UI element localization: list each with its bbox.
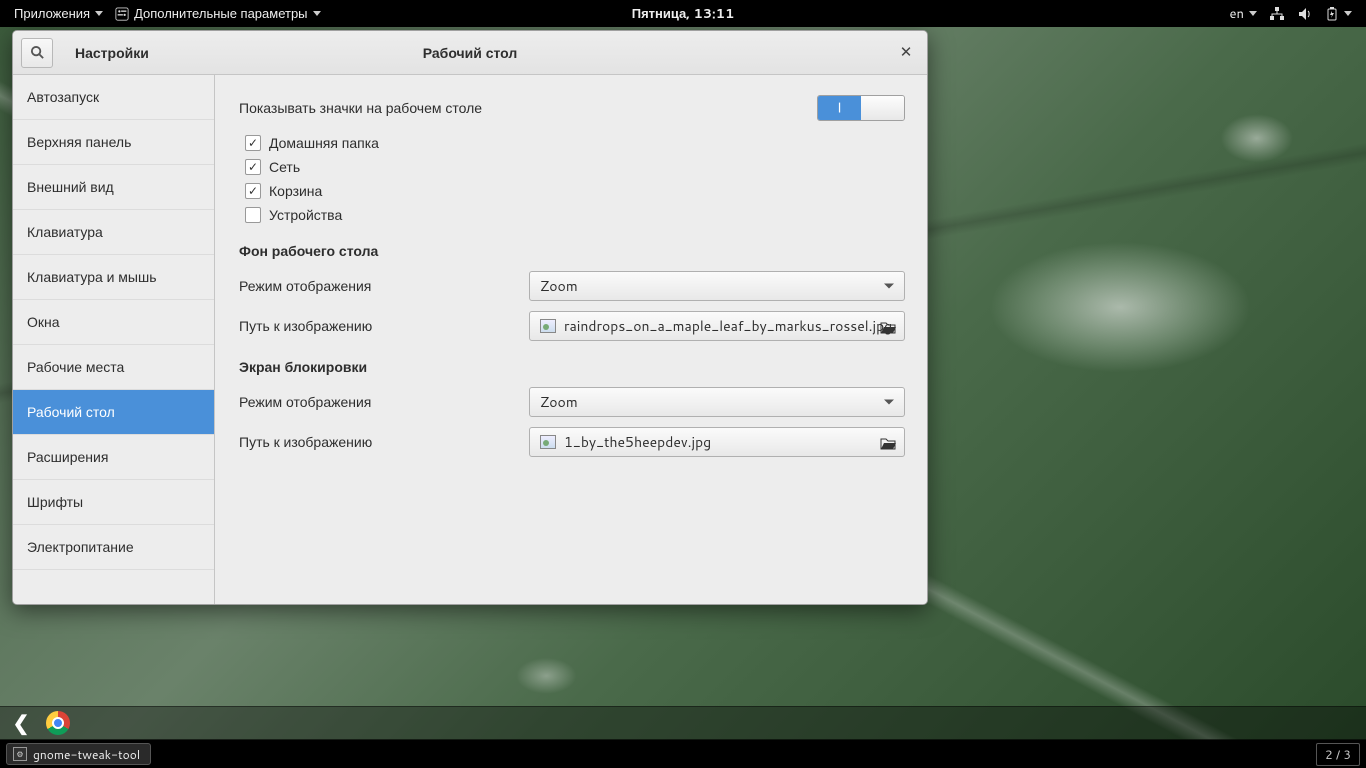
lock-mode-value: Zoom [540, 392, 578, 412]
tweak-launcher-label: Дополнительные параметры [134, 5, 307, 23]
lock-mode-combo[interactable]: Zoom [529, 387, 905, 417]
sidebar-item-label: Расширения [27, 447, 108, 467]
checkbox-row: Устройства [245, 205, 905, 225]
checkbox[interactable] [245, 183, 261, 199]
sidebar-item[interactable]: Верхняя панель [13, 120, 214, 165]
sidebar-item-label: Электропитание [27, 537, 134, 557]
checkbox-label: Устройства [269, 205, 342, 225]
task-label: gnome-tweak-tool [33, 746, 140, 763]
lock-mode-label: Режим отображения [239, 392, 529, 412]
sidebar-item-label: Верхняя панель [27, 132, 131, 152]
bg-mode-value: Zoom [540, 276, 578, 296]
tweak-tool-window: Настройки Рабочий стол ✕ Автозапуск Верхн… [12, 30, 928, 605]
checkbox-label: Домашняя папка [269, 133, 379, 153]
volume-indicator[interactable] [1291, 7, 1319, 21]
lockscreen-section-title: Экран блокировки [239, 357, 905, 377]
checkbox[interactable] [245, 207, 261, 223]
bg-mode-label: Режим отображения [239, 276, 529, 296]
network-indicator[interactable] [1263, 7, 1291, 21]
sidebar-item[interactable]: Расширения [13, 435, 214, 480]
workspace-label: 2 / 3 [1325, 746, 1351, 763]
checkbox-row: Домашняя папка [245, 133, 905, 153]
image-icon [540, 319, 556, 333]
show-desktop-icons-switch[interactable]: | [817, 95, 905, 121]
checkbox-label: Сеть [269, 157, 300, 177]
sidebar-item[interactable]: Электропитание [13, 525, 214, 570]
volume-icon [1297, 7, 1313, 21]
show-desktop-icons-label: Показывать значки на рабочем столе [239, 98, 529, 118]
chrome-launcher[interactable] [46, 711, 70, 735]
page-title: Рабочий стол [423, 43, 518, 63]
tweak-icon: ⚙ [13, 747, 27, 761]
checkbox[interactable] [245, 135, 261, 151]
bg-file-chooser[interactable]: raindrops_on_a_maple_leaf_by_markus_ross… [529, 311, 905, 341]
sidebar-item[interactable]: Клавиатура и мышь [13, 255, 214, 300]
dock: ❮ [0, 706, 1366, 740]
clock[interactable]: Пятница, 13:11 [626, 0, 740, 27]
chevron-down-icon [95, 11, 103, 16]
settings-content: Показывать значки на рабочем столе | Дом… [215, 75, 927, 604]
sidebar-item-label: Автозапуск [27, 87, 99, 107]
sidebar-item-label: Рабочий стол [27, 402, 115, 422]
checkbox[interactable] [245, 159, 261, 175]
battery-icon [1325, 7, 1339, 21]
sidebar-item-label: Внешний вид [27, 177, 114, 197]
sidebar-item[interactable]: Рабочие места [13, 345, 214, 390]
chevron-down-icon [313, 11, 321, 16]
window-list: ⚙ gnome-tweak-tool 2 / 3 [0, 740, 1366, 768]
bg-path-label: Путь к изображению [239, 316, 529, 336]
checkbox-row: Сеть [245, 157, 905, 177]
top-panel: Приложения Дополнительные параметры Пятн… [0, 0, 1366, 27]
back-button[interactable]: ❮ [6, 710, 36, 736]
tweak-tool-launcher[interactable]: Дополнительные параметры [109, 0, 326, 27]
sidebar-item[interactable]: Автозапуск [13, 75, 214, 120]
chevron-left-icon: ❮ [13, 709, 30, 737]
image-icon [540, 435, 556, 449]
keyboard-layout-indicator[interactable]: en [1224, 5, 1263, 23]
bottom-taskbar: ❮ ⚙ gnome-tweak-tool 2 / 3 [0, 706, 1366, 768]
sidebar-item-label: Клавиатура [27, 222, 103, 242]
switch-on-side: | [818, 96, 861, 120]
search-icon [30, 45, 45, 60]
sidebar-item-label: Рабочие места [27, 357, 124, 377]
battery-indicator[interactable] [1319, 7, 1358, 21]
chevron-down-icon [884, 400, 894, 405]
close-button[interactable]: ✕ [897, 43, 915, 61]
workspace-indicator[interactable]: 2 / 3 [1316, 743, 1360, 766]
applications-menu[interactable]: Приложения [8, 0, 109, 27]
chevron-down-icon [1249, 11, 1257, 16]
switch-off-side [861, 96, 904, 120]
lang-label: en [1230, 5, 1244, 23]
task-gnome-tweak-tool[interactable]: ⚙ gnome-tweak-tool [6, 743, 151, 765]
lock-file-name: 1_by_the5heepdev.jpg [564, 432, 711, 452]
lock-path-label: Путь к изображению [239, 432, 529, 452]
header-settings-label: Настройки [75, 43, 149, 63]
bg-mode-combo[interactable]: Zoom [529, 271, 905, 301]
bg-file-name: raindrops_on_a_maple_leaf_by_markus_ross… [564, 316, 892, 336]
category-sidebar: Автозапуск Верхняя панель Внешний вид Клави… [13, 75, 215, 604]
background-section-title: Фон рабочего стола [239, 241, 905, 261]
chevron-down-icon [1344, 11, 1352, 16]
checkbox-row: Корзина [245, 181, 905, 201]
sidebar-item[interactable]: Клавиатура [13, 210, 214, 255]
clock-label: Пятница, 13:11 [632, 5, 734, 23]
chevron-down-icon [884, 284, 894, 289]
open-file-icon [880, 319, 896, 333]
sidebar-item[interactable]: Рабочий стол [13, 390, 214, 435]
sidebar-item-label: Окна [27, 312, 60, 332]
search-button[interactable] [21, 38, 53, 68]
sidebar-item[interactable]: Окна [13, 300, 214, 345]
applications-label: Приложения [14, 5, 90, 23]
tweak-icon [115, 7, 129, 21]
sidebar-item[interactable]: Внешний вид [13, 165, 214, 210]
open-file-icon [880, 435, 896, 449]
sidebar-item-label: Клавиатура и мышь [27, 267, 157, 287]
sidebar-item-label: Шрифты [27, 492, 83, 512]
checkbox-label: Корзина [269, 181, 322, 201]
window-headerbar: Настройки Рабочий стол ✕ [13, 31, 927, 75]
network-icon [1269, 7, 1285, 21]
sidebar-item[interactable]: Шрифты [13, 480, 214, 525]
close-icon: ✕ [900, 41, 913, 62]
lock-file-chooser[interactable]: 1_by_the5heepdev.jpg [529, 427, 905, 457]
